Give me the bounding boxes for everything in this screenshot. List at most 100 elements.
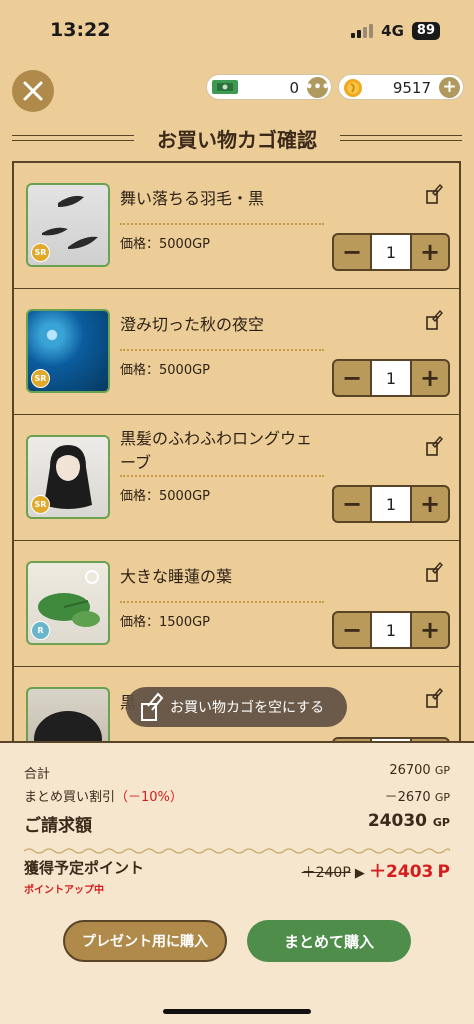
trash-icon bbox=[141, 692, 164, 721]
discount-percent: （－10%） bbox=[115, 790, 183, 805]
ticket-balance: 0 ••• bbox=[206, 74, 332, 100]
gift-purchase-button[interactable]: プレゼント用に購入 bbox=[63, 920, 227, 962]
cart-item: R 大きな睡蓮の葉 価格：1500GP − 1 + bbox=[14, 541, 459, 667]
cart-item: SR 澄み切った秋の夜空 価格：5000GP − 1 + bbox=[14, 289, 459, 415]
item-divider bbox=[120, 475, 324, 477]
cart-item: SR 舞い落ちる羽毛・黒 価格：5000GP − 1 + bbox=[14, 163, 459, 289]
item-thumbnail[interactable]: SR bbox=[26, 183, 110, 267]
battery-icon: 89 bbox=[411, 22, 440, 40]
status-bar: 13:22 4G 89 bbox=[0, 0, 474, 62]
item-thumbnail[interactable] bbox=[26, 687, 110, 741]
item-name: 大きな睡蓮の葉 bbox=[120, 567, 233, 586]
more-icon: ••• bbox=[305, 80, 330, 95]
item-price: 価格：5000GP bbox=[120, 363, 210, 378]
plus-icon: + bbox=[419, 238, 441, 266]
item-price: 価格：5000GP bbox=[120, 237, 210, 252]
points-old: ＋240P bbox=[301, 865, 351, 881]
gp-value: 9517 bbox=[392, 79, 431, 97]
edit-icon[interactable] bbox=[425, 183, 443, 205]
item-divider bbox=[120, 349, 324, 351]
minus-icon: − bbox=[341, 238, 363, 266]
increase-button[interactable]: + bbox=[412, 361, 448, 395]
signal-icon bbox=[351, 24, 374, 38]
minus-icon: − bbox=[341, 490, 363, 518]
item-thumbnail[interactable]: SR bbox=[26, 435, 110, 519]
quantity-value: 1 bbox=[370, 487, 412, 521]
total-label: 合計 bbox=[24, 767, 51, 782]
ticket-value: 0 bbox=[289, 79, 299, 97]
item-price: 価格：5000GP bbox=[120, 489, 210, 504]
decrease-button[interactable]: − bbox=[334, 487, 370, 521]
rarity-badge: SR bbox=[31, 495, 50, 514]
close-icon bbox=[23, 81, 43, 101]
quantity-stepper: − 1 + bbox=[332, 611, 450, 649]
dark-fur-image bbox=[34, 711, 102, 741]
item-name: 黒髪のふわふわロングウェーブ bbox=[120, 429, 313, 472]
close-button[interactable] bbox=[12, 70, 54, 112]
item-price: 価格：1500GP bbox=[120, 615, 210, 630]
increase-button[interactable]: + bbox=[412, 235, 448, 269]
wave-divider bbox=[24, 848, 450, 854]
points-boost-note: ポイントアップ中 bbox=[24, 885, 104, 896]
item-name: 澄み切った秋の夜空 bbox=[120, 315, 265, 334]
clear-cart-label: お買い物カゴを空にする bbox=[170, 700, 325, 716]
rarity-badge: R bbox=[31, 621, 50, 640]
item-divider bbox=[120, 223, 324, 225]
quantity-value: 1 bbox=[370, 613, 412, 647]
quantity-stepper: − 1 + bbox=[332, 485, 450, 523]
points-value: ＋240P ▶ ＋2403 P bbox=[302, 857, 450, 882]
rarity-badge: SR bbox=[31, 369, 50, 388]
gift-purchase-label: プレゼント用に購入 bbox=[82, 934, 208, 950]
rarity-badge: SR bbox=[31, 243, 50, 262]
quantity-stepper: − 1 + bbox=[332, 233, 450, 271]
points-label: 獲得予定ポイント bbox=[24, 859, 145, 877]
increase-button[interactable]: + bbox=[412, 613, 448, 647]
edit-icon[interactable] bbox=[425, 435, 443, 457]
gp-balance: 9517 + bbox=[338, 74, 464, 100]
gp-coin-icon bbox=[344, 79, 362, 97]
increase-button[interactable]: + bbox=[412, 487, 448, 521]
item-thumbnail[interactable]: R bbox=[26, 561, 110, 645]
minus-icon: − bbox=[341, 616, 363, 644]
discount-value: －2670 GP bbox=[384, 790, 450, 805]
item-name: 舞い落ちる羽毛・黒 bbox=[120, 189, 265, 208]
plus-icon: + bbox=[442, 77, 457, 97]
cart-item: SR 黒髪のふわふわロングウェーブ 価格：5000GP − 1 + bbox=[14, 415, 459, 541]
quantity-value: 1 bbox=[370, 235, 412, 269]
cart-list[interactable]: SR 舞い落ちる羽毛・黒 価格：5000GP − 1 + SR 澄み切った秋の夜… bbox=[12, 161, 461, 741]
total-value: 26700 GP bbox=[389, 763, 450, 778]
clear-cart-button[interactable]: お買い物カゴを空にする bbox=[126, 687, 347, 727]
quantity-value: 1 bbox=[370, 361, 412, 395]
plus-icon: + bbox=[419, 490, 441, 518]
status-indicators: 4G 89 bbox=[351, 22, 440, 40]
tickets-more-button[interactable]: ••• bbox=[305, 77, 330, 98]
plus-icon: + bbox=[419, 616, 441, 644]
billing-label: ご請求額 bbox=[24, 816, 92, 836]
buy-all-label: まとめて購入 bbox=[283, 932, 374, 951]
home-indicator[interactable] bbox=[163, 1009, 311, 1014]
arrow-right-icon: ▶ bbox=[354, 866, 365, 881]
edit-icon[interactable] bbox=[425, 309, 443, 331]
item-divider bbox=[120, 601, 324, 603]
decrease-button[interactable]: − bbox=[334, 235, 370, 269]
item-thumbnail[interactable]: SR bbox=[26, 309, 110, 393]
points-unit: P bbox=[437, 862, 450, 882]
edit-icon[interactable] bbox=[425, 687, 443, 709]
gp-add-button[interactable]: + bbox=[439, 77, 460, 98]
title-divider-right bbox=[340, 135, 462, 141]
quantity-stepper: − 1 + bbox=[332, 359, 450, 397]
minus-icon: − bbox=[341, 364, 363, 392]
edit-icon[interactable] bbox=[425, 561, 443, 583]
decrease-button[interactable]: − bbox=[334, 613, 370, 647]
points-new: ＋2403 bbox=[369, 862, 434, 882]
status-time: 13:22 bbox=[50, 19, 111, 41]
network-type: 4G bbox=[381, 22, 404, 40]
billing-value: 24030 GP bbox=[367, 811, 450, 831]
title-bar: お買い物カゴ確認 bbox=[0, 123, 474, 153]
buy-all-button[interactable]: まとめて購入 bbox=[247, 920, 411, 962]
decrease-button[interactable]: − bbox=[334, 361, 370, 395]
plus-icon: + bbox=[419, 364, 441, 392]
ticket-icon bbox=[212, 80, 238, 94]
discount-label: まとめ買い割引（－10%） bbox=[24, 790, 183, 805]
order-summary: 合計 26700 GP まとめ買い割引（－10%） －2670 GP ご請求額 … bbox=[0, 741, 474, 1024]
